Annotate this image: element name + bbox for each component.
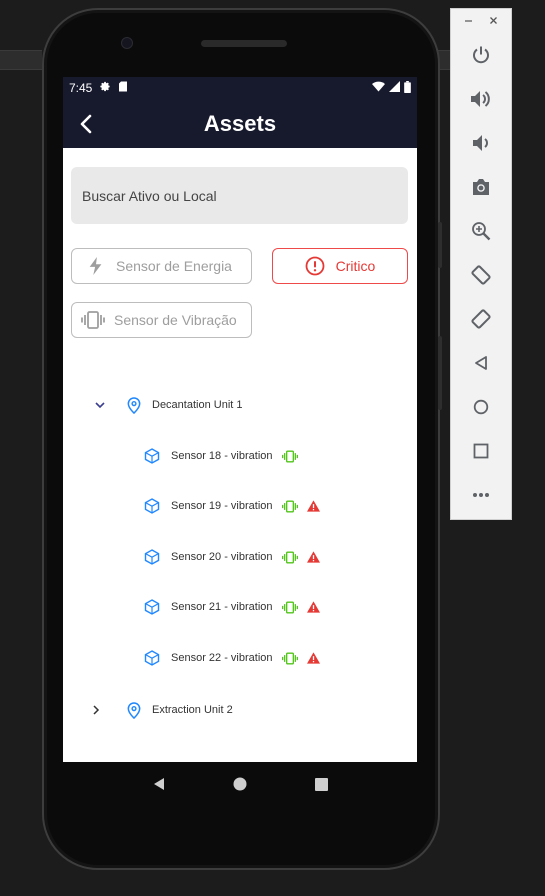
tree-node-location[interactable]: Extraction Unit 2 (89, 701, 233, 719)
vibration-sensor-icon (281, 551, 298, 564)
component-cube-icon (144, 650, 160, 666)
volume-down-icon (473, 135, 488, 151)
filter-energy-sensor-button[interactable]: Sensor de Energia (71, 248, 252, 284)
earpiece-speaker (201, 40, 287, 47)
vibration-sensor-icon (281, 500, 298, 513)
circle-home-icon (233, 777, 247, 791)
component-cube-icon (144, 498, 160, 514)
volume-up-button[interactable] (451, 77, 511, 121)
search-field[interactable] (71, 167, 408, 224)
filter-vibration-label: Sensor de Vibração (114, 312, 237, 328)
vibration-icon (81, 311, 105, 329)
warning-triangle-icon (306, 500, 320, 512)
back-button[interactable] (73, 111, 99, 137)
tree-node-sensor[interactable]: Sensor 20 - vibration (144, 549, 320, 565)
page-title: Assets (203, 110, 277, 136)
triangle-back-icon (153, 778, 164, 790)
square-overview-icon (314, 777, 328, 791)
minimize-icon[interactable] (464, 14, 473, 28)
emulator-home-button[interactable] (451, 385, 511, 429)
background-window-strip (0, 50, 42, 70)
nav-overview-button[interactable] (310, 773, 332, 795)
search-input[interactable] (82, 187, 408, 204)
wifi-icon (372, 81, 385, 95)
alert-circle-icon (305, 256, 325, 276)
vibration-sensor-icon (281, 652, 298, 665)
emulator-back-button[interactable] (451, 341, 511, 385)
side-volume-button (438, 222, 442, 268)
more-icon (473, 493, 489, 497)
filter-critical-button[interactable]: Critico (272, 248, 408, 284)
status-time: 7:45 (69, 81, 93, 95)
settings-icon (100, 81, 111, 95)
rotate-right-icon (471, 309, 491, 329)
warning-triangle-icon (306, 551, 320, 563)
app-screen: 7:45 Assets Buscar Ativo ou Local Sensor… (63, 77, 417, 762)
vibration-sensor-icon (281, 601, 298, 614)
desktop-background: 7:45 Assets Buscar Ativo ou Local Sensor… (0, 0, 545, 896)
warning-triangle-icon (306, 652, 320, 664)
chevron-down-icon[interactable] (93, 398, 107, 412)
location-label: Extraction Unit 2 (152, 704, 233, 716)
home-icon (473, 399, 489, 415)
chevron-right-icon[interactable] (89, 703, 103, 717)
location-label: Decantation Unit 1 (152, 399, 243, 411)
emulator-toolbar (450, 8, 512, 520)
vibration-sensor-icon (281, 450, 298, 463)
sensor-label: Sensor 21 - vibration (171, 601, 273, 613)
emulator-more-button[interactable] (451, 473, 511, 517)
overview-icon (473, 443, 489, 459)
app-bar: Assets (63, 99, 417, 148)
sensor-label: Sensor 22 - vibration (171, 652, 273, 664)
component-cube-icon (144, 448, 160, 464)
nav-home-button[interactable] (229, 773, 251, 795)
rotate-left-button[interactable] (451, 253, 511, 297)
tree-node-sensor[interactable]: Sensor 18 - vibration (144, 448, 298, 464)
back-icon (475, 356, 487, 370)
sensor-label: Sensor 19 - vibration (171, 500, 273, 512)
filter-critical-label: Critico (335, 258, 376, 274)
component-cube-icon (144, 549, 160, 565)
sensor-label: Sensor 18 - vibration (171, 450, 273, 462)
power-button[interactable] (451, 33, 511, 77)
chevron-left-icon (80, 114, 92, 134)
power-icon (473, 46, 489, 64)
close-icon[interactable] (489, 14, 498, 28)
side-power-button (438, 336, 442, 410)
volume-down-button[interactable] (451, 121, 511, 165)
location-pin-icon (126, 396, 142, 414)
camera-icon (473, 179, 489, 195)
filter-vibration-sensor-button[interactable]: Sensor de Vibração (71, 302, 252, 338)
sd-card-icon (118, 81, 128, 95)
android-nav-bar (63, 762, 417, 806)
tree-node-sensor[interactable]: Sensor 21 - vibration (144, 599, 320, 615)
zoom-icon (472, 222, 491, 241)
volume-up-icon (471, 91, 490, 107)
nav-back-button[interactable] (148, 773, 170, 795)
status-bar: 7:45 (63, 77, 417, 99)
rotate-left-icon (471, 265, 491, 285)
filter-energy-label: Sensor de Energia (116, 258, 232, 274)
tree-node-sensor[interactable]: Sensor 22 - vibration (144, 650, 320, 666)
location-pin-icon (126, 701, 142, 719)
screenshot-button[interactable] (451, 165, 511, 209)
front-camera (121, 37, 133, 49)
component-cube-icon (144, 599, 160, 615)
sensor-label: Sensor 20 - vibration (171, 551, 273, 563)
battery-icon (404, 80, 411, 96)
tree-node-location[interactable]: Decantation Unit 1 (93, 396, 243, 414)
cell-signal-icon (389, 81, 400, 95)
emulator-overview-button[interactable] (451, 429, 511, 473)
rotate-right-button[interactable] (451, 297, 511, 341)
zoom-button[interactable] (451, 209, 511, 253)
warning-triangle-icon (306, 601, 320, 613)
tree-node-sensor[interactable]: Sensor 19 - vibration (144, 498, 320, 514)
lightning-bolt-icon (89, 257, 103, 275)
